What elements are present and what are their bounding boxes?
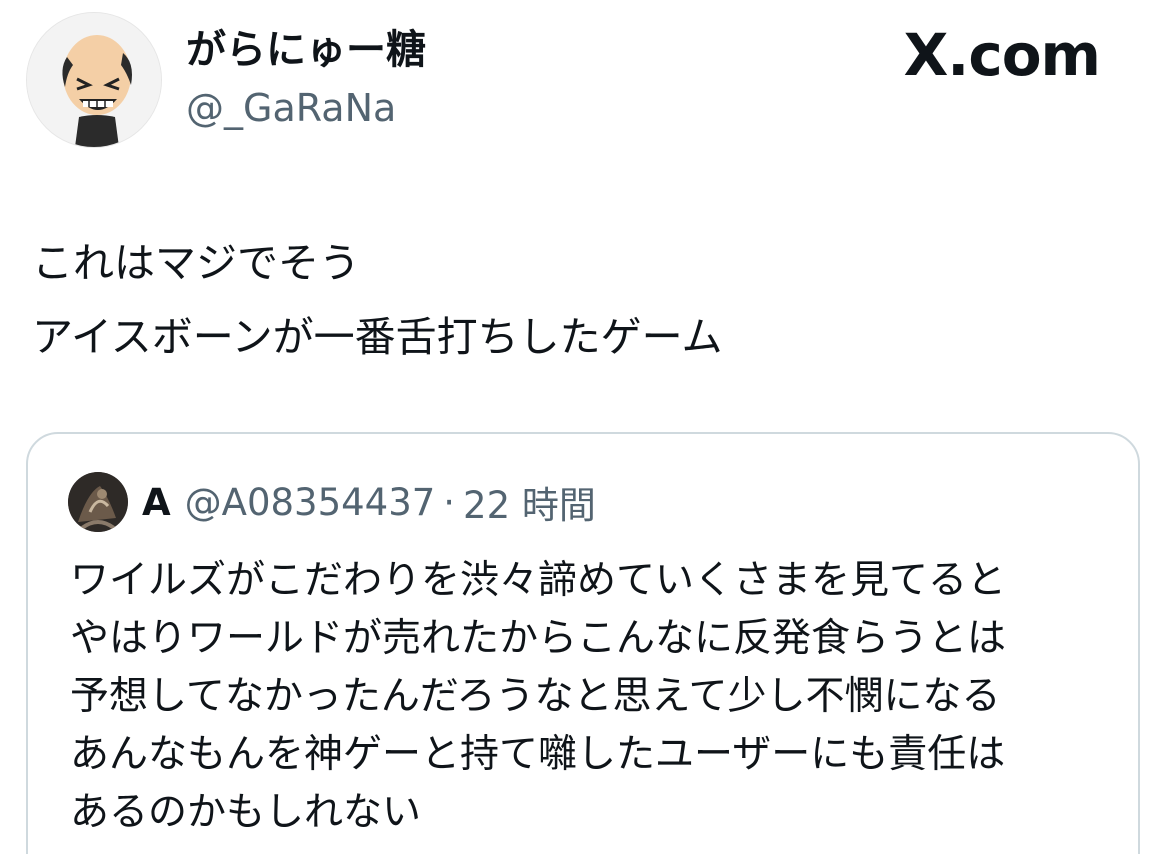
quoted-tweet-line: やはりワールドが売れたからこんなに反発食らうとは (70, 616, 1007, 661)
quoted-tweet-header: A @A08354437 · 22 時間 (68, 472, 596, 532)
author-display-name[interactable]: がらにゅー糖 (186, 26, 426, 74)
quoted-tweet-line: ワイルズがこだわりを渋々諦めていくさまを見てると (70, 558, 1007, 603)
tweet-line: これはマジでそう (32, 239, 360, 287)
x-com-logo: X.com (903, 21, 1101, 89)
quoted-author-avatar[interactable] (68, 472, 128, 532)
quoted-tweet-body: ワイルズがこだわりを渋々諦めていくさまを見てると やはりワールドが売れたからこん… (70, 552, 1006, 842)
tweet-line: アイスボーンが一番舌打ちしたゲーム (32, 313, 723, 361)
author-handle[interactable]: @_GaRaNa (186, 84, 426, 132)
quoted-tweet-line: 予想してなかったんだろうなと思えて少し不憫になる (70, 674, 1001, 719)
author-info: がらにゅー糖 @_GaRaNa (186, 26, 426, 132)
quoted-author-name[interactable]: A (142, 481, 171, 524)
quoted-tweet-line: あるのかもしれない (70, 790, 422, 835)
quoted-author-handle[interactable]: @A08354437 (185, 481, 436, 524)
separator-dot: · (443, 480, 456, 524)
quoted-tweet-card[interactable]: A @A08354437 · 22 時間 ワイルズがこだわりを渋々諦めていくさま… (26, 432, 1140, 854)
tweet-screenshot: がらにゅー糖 @_GaRaNa X.com これはマジでそう アイスボーンが一番… (0, 0, 1170, 854)
quoted-tweet-timestamp[interactable]: 22 時間 (463, 475, 596, 529)
dark-photo-avatar-icon (68, 472, 128, 532)
quoted-tweet-line: あんなもんを神ゲーと持て囃したユーザーにも責任は (70, 732, 1006, 777)
author-avatar[interactable] (26, 12, 162, 148)
tweet-body: これはマジでそう アイスボーンが一番舌打ちしたゲーム (32, 226, 722, 374)
bald-cartoon-avatar-icon (27, 13, 161, 147)
